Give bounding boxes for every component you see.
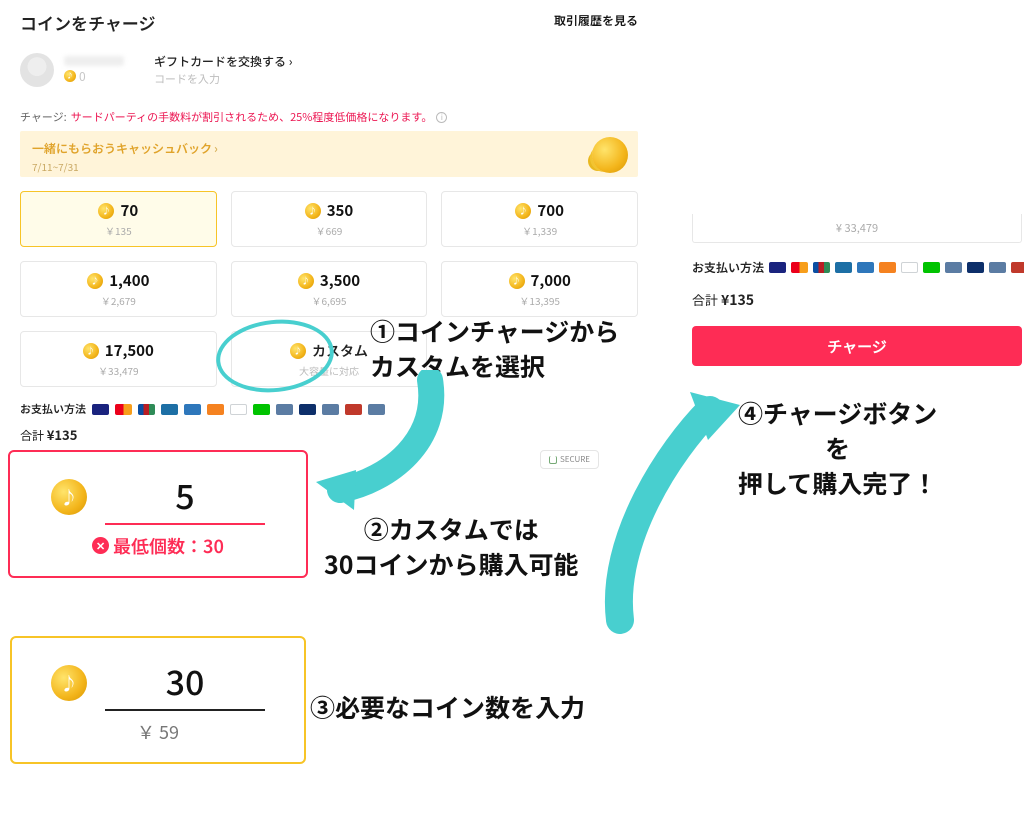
coin-icon: ♪ (305, 203, 321, 219)
page-title: コインをチャージ (20, 10, 638, 35)
coin-option-350[interactable]: ♪350 ￥669 (231, 191, 428, 247)
coin-icon: ♪ (51, 665, 87, 701)
error-icon: ✕ (92, 537, 109, 554)
coin-option-7000[interactable]: ♪7,000 ￥13,395 (441, 261, 638, 317)
amex-icon (857, 262, 874, 273)
card-icon (945, 262, 962, 273)
total-row-right: 合計 ¥135 (692, 290, 1024, 310)
user-row: ♪ 0 ギフトカードを交換する › コードを入力 (20, 53, 638, 87)
diners-icon (835, 262, 852, 273)
diners-icon (161, 404, 178, 415)
transaction-history-link[interactable]: 取引履歴を見る (554, 12, 638, 29)
error-message: ✕ 最低個数：30 (92, 533, 224, 559)
custom-input-error: ♪ 5 ✕ 最低個数：30 (8, 450, 308, 578)
annotation-3: ③必要なコイン数を入力 (310, 690, 585, 725)
lock-icon (549, 456, 557, 464)
coin-option-1400[interactable]: ♪1,400 ￥2,679 (20, 261, 217, 317)
coin-icon: ♪ (509, 273, 525, 289)
custom-amount-input[interactable]: 30 (105, 656, 265, 711)
payment-methods-right: お支払い方法 (692, 259, 1024, 276)
jcb-icon (138, 404, 155, 415)
selected-price-box: ¥ 33,479 (692, 214, 1022, 243)
visa-icon (769, 262, 786, 273)
visa-icon (92, 404, 109, 415)
card-icon (989, 262, 1006, 273)
coin-option-3500[interactable]: ♪3,500 ￥6,695 (231, 261, 428, 317)
paypal-icon (901, 262, 918, 273)
unionpay-icon (967, 262, 984, 273)
checkout-panel: ¥ 33,479 お支払い方法 合計 ¥135 チャージ (692, 214, 1024, 366)
coin-icon: ♪ (83, 343, 99, 359)
jcb-icon (813, 262, 830, 273)
discover-icon (879, 262, 896, 273)
coin-option-70[interactable]: ♪70 ￥135 (20, 191, 217, 247)
coin-option-17500[interactable]: ♪17,500 ￥33,479 (20, 331, 217, 387)
discount-notice: チャージ: サードパーティの手数料が割引されるため、25%程度低価格になります。… (20, 109, 638, 125)
amex-icon (184, 404, 201, 415)
discover-icon (207, 404, 224, 415)
coin-icon: ♪ (515, 203, 531, 219)
custom-amount-input[interactable]: 5 (105, 470, 265, 525)
coin-icon: ♪ (290, 343, 306, 359)
coin-option-700[interactable]: ♪700 ￥1,339 (441, 191, 638, 247)
coin-icon: ♪ (64, 70, 76, 82)
annotation-4: ④チャージボタンを押して購入完了！ (738, 396, 937, 501)
custom-input-valid: ♪ 30 ￥ 59 (10, 636, 306, 764)
cashback-promo[interactable]: 一緒にもらおうキャッシュバック› 7/11~7/31 (20, 131, 638, 177)
paypal-icon (230, 404, 247, 415)
arrow-icon (310, 370, 470, 520)
linepay-icon (253, 404, 270, 415)
konbini-icon (1011, 262, 1024, 273)
mastercard-icon (115, 404, 132, 415)
gift-card-link[interactable]: ギフトカードを交換する › コードを入力 (154, 53, 292, 87)
coin-icon: ♪ (298, 273, 314, 289)
custom-price: ￥ 59 (137, 719, 179, 745)
card-icon (276, 404, 293, 415)
coin-icon: ♪ (98, 203, 114, 219)
coin-icon: ♪ (87, 273, 103, 289)
info-icon[interactable]: i (436, 112, 447, 123)
linepay-icon (923, 262, 940, 273)
coin-icon: ♪ (51, 479, 87, 515)
coins-stack-icon (592, 137, 628, 173)
arrow-icon (590, 370, 760, 640)
coin-balance: ♪ 0 (64, 68, 124, 85)
mastercard-icon (791, 262, 808, 273)
charge-button-right[interactable]: チャージ (692, 326, 1022, 366)
annotation-2: ②カスタムでは30コインから購入可能 (324, 512, 579, 582)
username-blurred (64, 56, 124, 66)
avatar (20, 53, 54, 87)
